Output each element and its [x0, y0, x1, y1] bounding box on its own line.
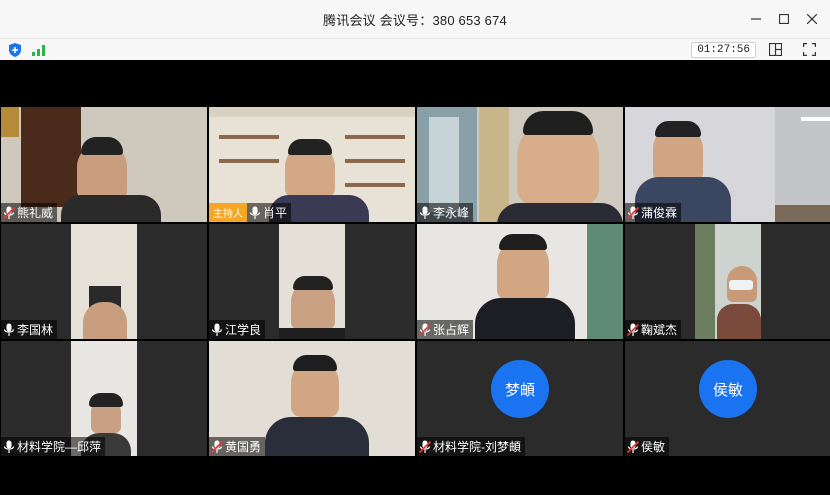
participant-name-tag: 李永峰 [417, 203, 474, 222]
video-tile[interactable]: 蒲俊霖 [625, 107, 830, 222]
mic-muted-icon [627, 323, 639, 337]
video-tile[interactable]: 熊礼威 [1, 107, 207, 222]
participant-name: 材料学院-刘梦頔 [433, 440, 521, 454]
participant-name-tag: 黄国勇 [209, 437, 266, 456]
participant-name-tag: 材料学院-刘梦頔 [417, 437, 525, 456]
video-grid: 熊礼威 主持人 肖平 李永峰 蒲俊霖 李国林 江学良 张占辉 鞠斌杰 材料学院—… [0, 60, 830, 495]
mic-icon [3, 440, 15, 454]
mic-muted-icon [627, 440, 639, 454]
video-tile[interactable]: 黄国勇 [209, 341, 415, 456]
participant-name-tag: 李国林 [1, 320, 58, 339]
maximize-icon[interactable] [772, 8, 796, 30]
participant-name-tag: 鞠斌杰 [625, 320, 682, 339]
participant-name: 侯敏 [641, 440, 666, 454]
participant-name: 蒲俊霖 [641, 206, 678, 220]
mic-icon [3, 323, 15, 337]
meeting-toolbar: 01:27:56 [0, 38, 830, 60]
participant-name: 黄国勇 [225, 440, 262, 454]
participant-name-tag: 张占辉 [417, 320, 474, 339]
participant-name-tag: 熊礼威 [1, 203, 58, 222]
participant-name-tag: 江学良 [209, 320, 266, 339]
participant-name-tag: 蒲俊霖 [625, 203, 682, 222]
participant-name: 李永峰 [433, 206, 470, 220]
video-tile[interactable]: 侯敏 侯敏 [625, 341, 830, 456]
video-tile[interactable]: 李永峰 [417, 107, 623, 222]
participant-name: 鞠斌杰 [641, 323, 678, 337]
video-tile[interactable]: 张占辉 [417, 224, 623, 339]
video-tile[interactable]: 主持人 肖平 [209, 107, 415, 222]
mic-icon [211, 323, 223, 337]
host-badge: 主持人 [209, 203, 247, 222]
participant-avatar: 梦頔 [491, 360, 549, 419]
participant-name: 江学良 [225, 323, 262, 337]
mic-muted-icon [419, 323, 431, 337]
video-tile[interactable]: 材料学院—邱萍 [1, 341, 207, 456]
window-controls [744, 8, 824, 30]
minimize-icon[interactable] [744, 8, 768, 30]
participant-name: 李国林 [17, 323, 54, 337]
mic-muted-icon [3, 206, 15, 220]
mic-icon [249, 206, 261, 220]
video-tile[interactable]: 鞠斌杰 [625, 224, 830, 339]
participant-name: 肖平 [263, 206, 288, 220]
video-tile[interactable]: 梦頔 材料学院-刘梦頔 [417, 341, 623, 456]
fullscreen-icon[interactable] [800, 41, 818, 59]
participant-name-tag: 侯敏 [625, 437, 670, 456]
participant-name: 熊礼威 [17, 206, 54, 220]
participant-name-tag: 材料学院—邱萍 [1, 437, 106, 456]
participant-name-tag: 主持人 肖平 [209, 203, 292, 222]
video-tile[interactable]: 李国林 [1, 224, 207, 339]
mic-muted-icon [419, 440, 431, 454]
meeting-timer: 01:27:56 [691, 41, 756, 58]
participant-avatar: 侯敏 [699, 360, 757, 419]
title-bar: 腾讯会议 会议号：380 653 674 [0, 0, 830, 38]
participant-name: 张占辉 [433, 323, 470, 337]
window-title: 腾讯会议 会议号：380 653 674 [323, 12, 507, 28]
signal-bars-icon[interactable] [30, 41, 48, 59]
video-tile[interactable]: 江学良 [209, 224, 415, 339]
layout-icon[interactable] [766, 41, 784, 59]
shield-icon[interactable] [6, 41, 24, 59]
close-icon[interactable] [800, 8, 824, 30]
mic-muted-icon [627, 206, 639, 220]
participant-name: 材料学院—邱萍 [17, 440, 102, 454]
mic-icon [419, 206, 431, 220]
mic-muted-icon [211, 440, 223, 454]
